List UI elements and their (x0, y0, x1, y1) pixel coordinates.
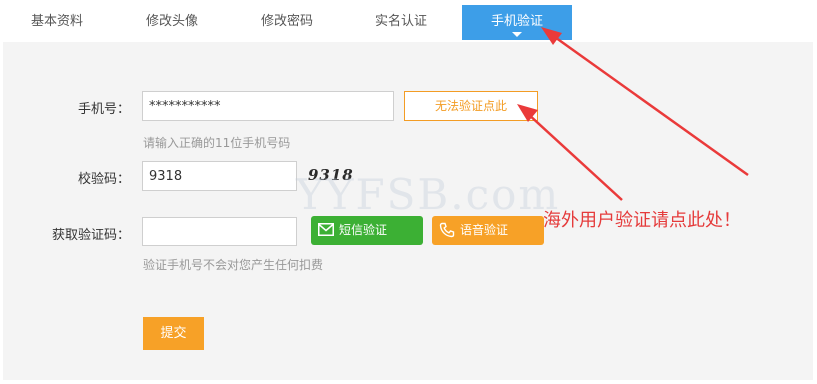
sms-verify-button[interactable]: 短信验证 (311, 216, 423, 245)
verify-code-label: 获取验证码： (51, 228, 130, 243)
tab-real-name-auth[interactable]: 实名认证 (352, 5, 450, 40)
sms-verify-label: 短信验证 (339, 223, 388, 237)
tab-active-caret-icon (512, 32, 522, 37)
unable-to-verify-button[interactable]: 无法验证点此 (404, 91, 538, 121)
tab-phone-verification[interactable]: 手机验证 (462, 5, 572, 40)
verify-code-input[interactable] (142, 217, 297, 246)
submit-button[interactable]: 提交 (143, 317, 204, 350)
voice-verify-label: 语音验证 (460, 223, 509, 237)
overseas-user-annotation: 海外用户验证请点此处！ (543, 210, 741, 231)
verify-code-hint: 验证手机号不会对您产生任何扣费 (143, 258, 324, 272)
tab-phone-verification-label: 手机验证 (490, 14, 543, 29)
tab-bar: 基本资料 修改头像 修改密码 实名认证 手机验证 (0, 0, 817, 42)
tab-change-password[interactable]: 修改密码 (238, 5, 336, 40)
phone-label: 手机号： (77, 102, 130, 117)
check-code-input[interactable] (142, 161, 297, 191)
envelope-icon (318, 223, 334, 239)
tab-basic-info[interactable]: 基本资料 (8, 5, 106, 40)
phone-icon (439, 222, 455, 241)
voice-verify-button[interactable]: 语音验证 (432, 216, 544, 245)
phone-hint: 请输入正确的11位手机号码 (143, 136, 291, 150)
captcha-image[interactable]: 9318 (308, 166, 366, 192)
check-code-label: 校验码： (77, 172, 130, 187)
phone-input[interactable] (142, 91, 394, 121)
tab-change-avatar[interactable]: 修改头像 (123, 5, 221, 40)
